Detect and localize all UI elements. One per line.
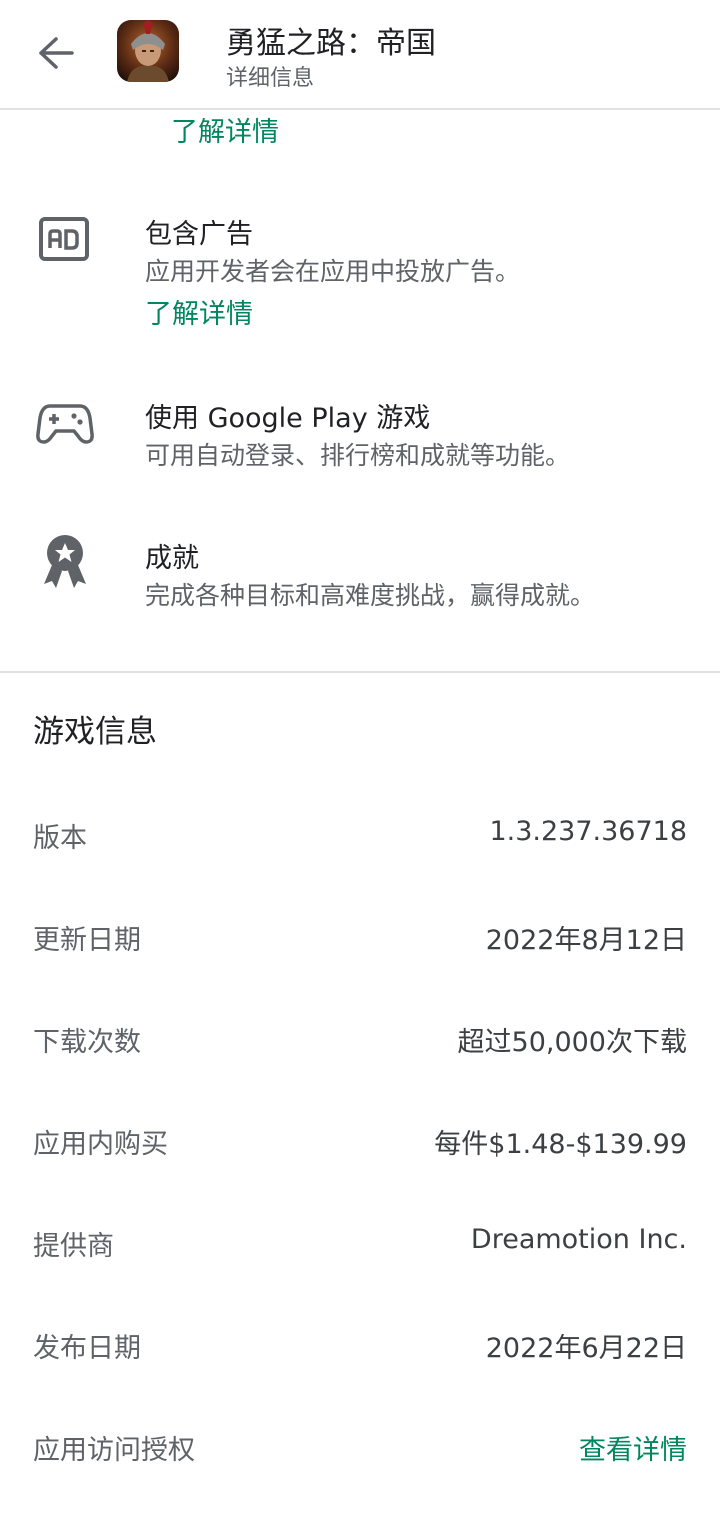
- top-app-bar: 勇猛之路：帝国 详细信息: [0, 0, 720, 110]
- gamepad-icon: [36, 394, 94, 452]
- info-row-in-app-purchases: 应用内购买 每件$1.48-$139.99: [0, 1112, 720, 1172]
- learn-more-link[interactable]: 了解详情: [145, 292, 253, 331]
- info-value: 超过50,000次下载: [457, 1027, 687, 1058]
- info-label: 下载次数: [33, 1027, 141, 1058]
- info-row-permissions: 应用访问授权 查看详情: [0, 1418, 720, 1478]
- feature-title: 包含广告: [145, 219, 253, 250]
- info-value: 2022年8月12日: [485, 925, 687, 956]
- info-row-released: 发布日期 2022年6月22日: [0, 1316, 720, 1376]
- feature-title: 成就: [145, 543, 199, 574]
- learn-more-link[interactable]: 了解详情: [171, 110, 279, 149]
- info-label: 提供商: [33, 1231, 114, 1262]
- feature-description: 可用自动登录、排行榜和成就等功能。: [145, 441, 571, 470]
- page-subtitle: 详细信息: [226, 66, 315, 91]
- arrow-left-icon: [39, 37, 74, 69]
- info-value: 1.3.237.36718: [489, 816, 687, 847]
- info-label: 版本: [33, 823, 87, 854]
- app-icon: [117, 20, 179, 82]
- info-row-downloads: 下载次数 超过50,000次下载: [0, 1010, 720, 1070]
- info-row-offered-by: 提供商 Dreamotion Inc.: [0, 1214, 720, 1274]
- ad-icon: [36, 210, 94, 268]
- section-title: 游戏信息: [33, 714, 157, 750]
- info-label: 更新日期: [33, 925, 141, 956]
- feature-description: 应用开发者会在应用中投放广告。: [145, 257, 521, 286]
- back-button[interactable]: [36, 36, 76, 70]
- section-divider: [0, 671, 720, 673]
- info-value: 每件$1.48-$139.99: [434, 1129, 687, 1160]
- info-value: 2022年6月22日: [485, 1333, 687, 1364]
- page-title: 勇猛之路：帝国: [226, 26, 436, 61]
- info-label: 发布日期: [33, 1333, 141, 1364]
- info-row-version: 版本 1.3.237.36718: [0, 806, 720, 866]
- view-details-link[interactable]: 查看详情: [579, 1428, 687, 1467]
- info-label: 应用内购买: [33, 1129, 168, 1160]
- info-label: 应用访问授权: [33, 1435, 195, 1466]
- feature-title: 使用 Google Play 游戏: [145, 403, 431, 434]
- achievement-icon: [36, 532, 94, 590]
- info-value: Dreamotion Inc.: [470, 1224, 687, 1255]
- info-row-updated: 更新日期 2022年8月12日: [0, 908, 720, 968]
- feature-description: 完成各种目标和高难度挑战，赢得成就。: [145, 581, 596, 610]
